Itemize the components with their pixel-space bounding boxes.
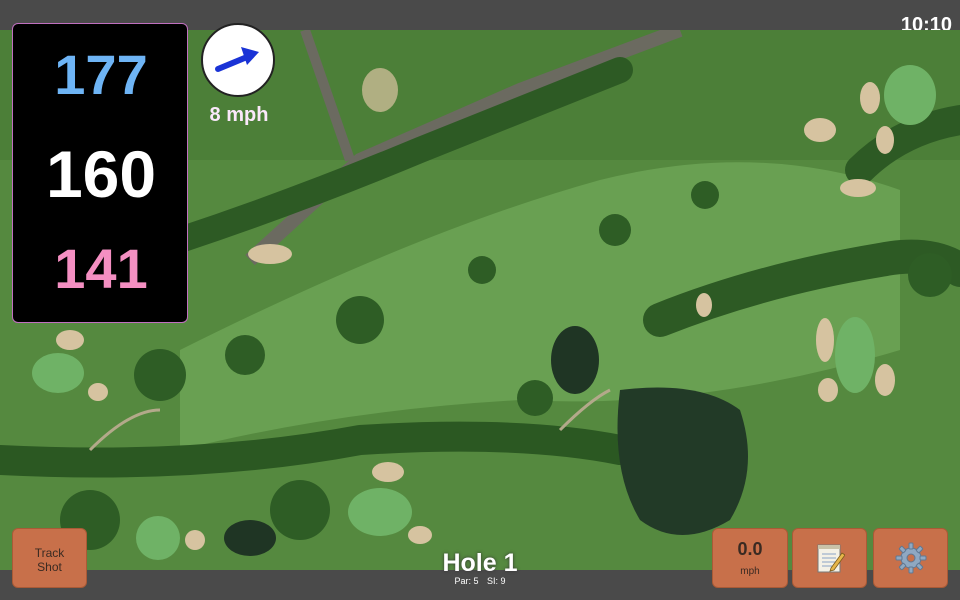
wind-indicator	[201, 23, 275, 97]
track-shot-button[interactable]: Track Shot	[12, 528, 87, 588]
track-shot-label-line2: Shot	[37, 560, 62, 574]
back-of-green-distance: 177	[54, 43, 148, 106]
scorecard-notes-button[interactable]	[792, 528, 867, 588]
front-of-green-distance: 141	[54, 237, 148, 300]
hole-details: Par: 5 SI: 9	[380, 576, 580, 586]
speed-value: 0.0	[737, 539, 763, 559]
distance-panel: 177 160 141	[12, 23, 188, 323]
middle-of-green-distance: 160	[45, 137, 157, 211]
gear-icon	[895, 542, 926, 574]
hole-par: Par: 5	[454, 576, 479, 586]
speed-button[interactable]: 0.0 mph	[712, 528, 788, 588]
hole-stroke-index: SI: 9	[487, 576, 506, 586]
notepad-icon	[817, 544, 845, 573]
speed-unit: mph	[740, 566, 760, 577]
wind-speed-label: 8 mph	[209, 104, 269, 126]
hole-title: Hole 1	[442, 549, 518, 577]
wind-direction-arrow-icon	[215, 47, 259, 72]
settings-button[interactable]	[873, 528, 948, 588]
track-shot-label-line1: Track	[34, 546, 65, 560]
